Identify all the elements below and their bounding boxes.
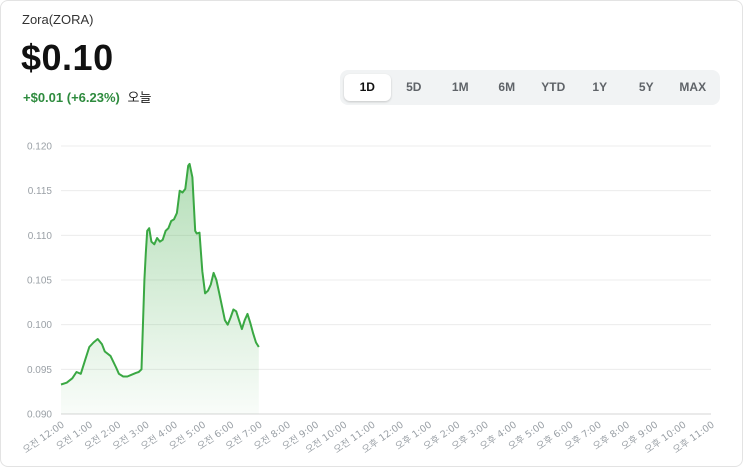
quote-card: Zora(ZORA) $0.10 +$0.01 (+6.23%) 오늘 1D 5… [0, 0, 743, 467]
range-tab-1d[interactable]: 1D [344, 74, 391, 101]
price-change-row: +$0.01 (+6.23%) 오늘 [23, 87, 151, 106]
time-range-selector: 1D 5D 1M 6M YTD 1Y 5Y MAX [340, 70, 720, 105]
range-tab-max[interactable]: MAX [670, 74, 717, 101]
y-tick-label: 0.090 [27, 410, 52, 421]
price-chart: 0.120 0.115 0.110 0.105 0.100 0.095 0.090 오전 1… [21, 142, 717, 456]
y-tick-label: 0.115 [28, 186, 53, 197]
price-area [61, 163, 259, 414]
current-price: $0.10 [21, 37, 114, 78]
y-tick-label: 0.120 [27, 142, 52, 153]
y-tick-label: 0.105 [27, 276, 52, 287]
x-axis: 오전 12:00오전 1:00오전 2:00오전 3:00오전 4:00오전 5… [21, 419, 717, 455]
range-tab-1m[interactable]: 1M [437, 74, 484, 101]
y-tick-label: 0.100 [27, 320, 52, 331]
y-tick-label: 0.110 [28, 231, 53, 242]
price-change: +$0.01 (+6.23%) [23, 90, 120, 105]
y-tick-label: 0.095 [27, 365, 52, 376]
range-tab-ytd[interactable]: YTD [530, 74, 577, 101]
range-tab-5y[interactable]: 5Y [623, 74, 670, 101]
period-label: 오늘 [127, 90, 152, 105]
y-axis: 0.120 0.115 0.110 0.105 0.100 0.095 0.090 [27, 142, 52, 421]
range-tab-6m[interactable]: 6M [484, 74, 531, 101]
range-tab-1y[interactable]: 1Y [577, 74, 624, 101]
range-tab-5d[interactable]: 5D [391, 74, 438, 101]
asset-name: Zora(ZORA) [22, 12, 94, 27]
